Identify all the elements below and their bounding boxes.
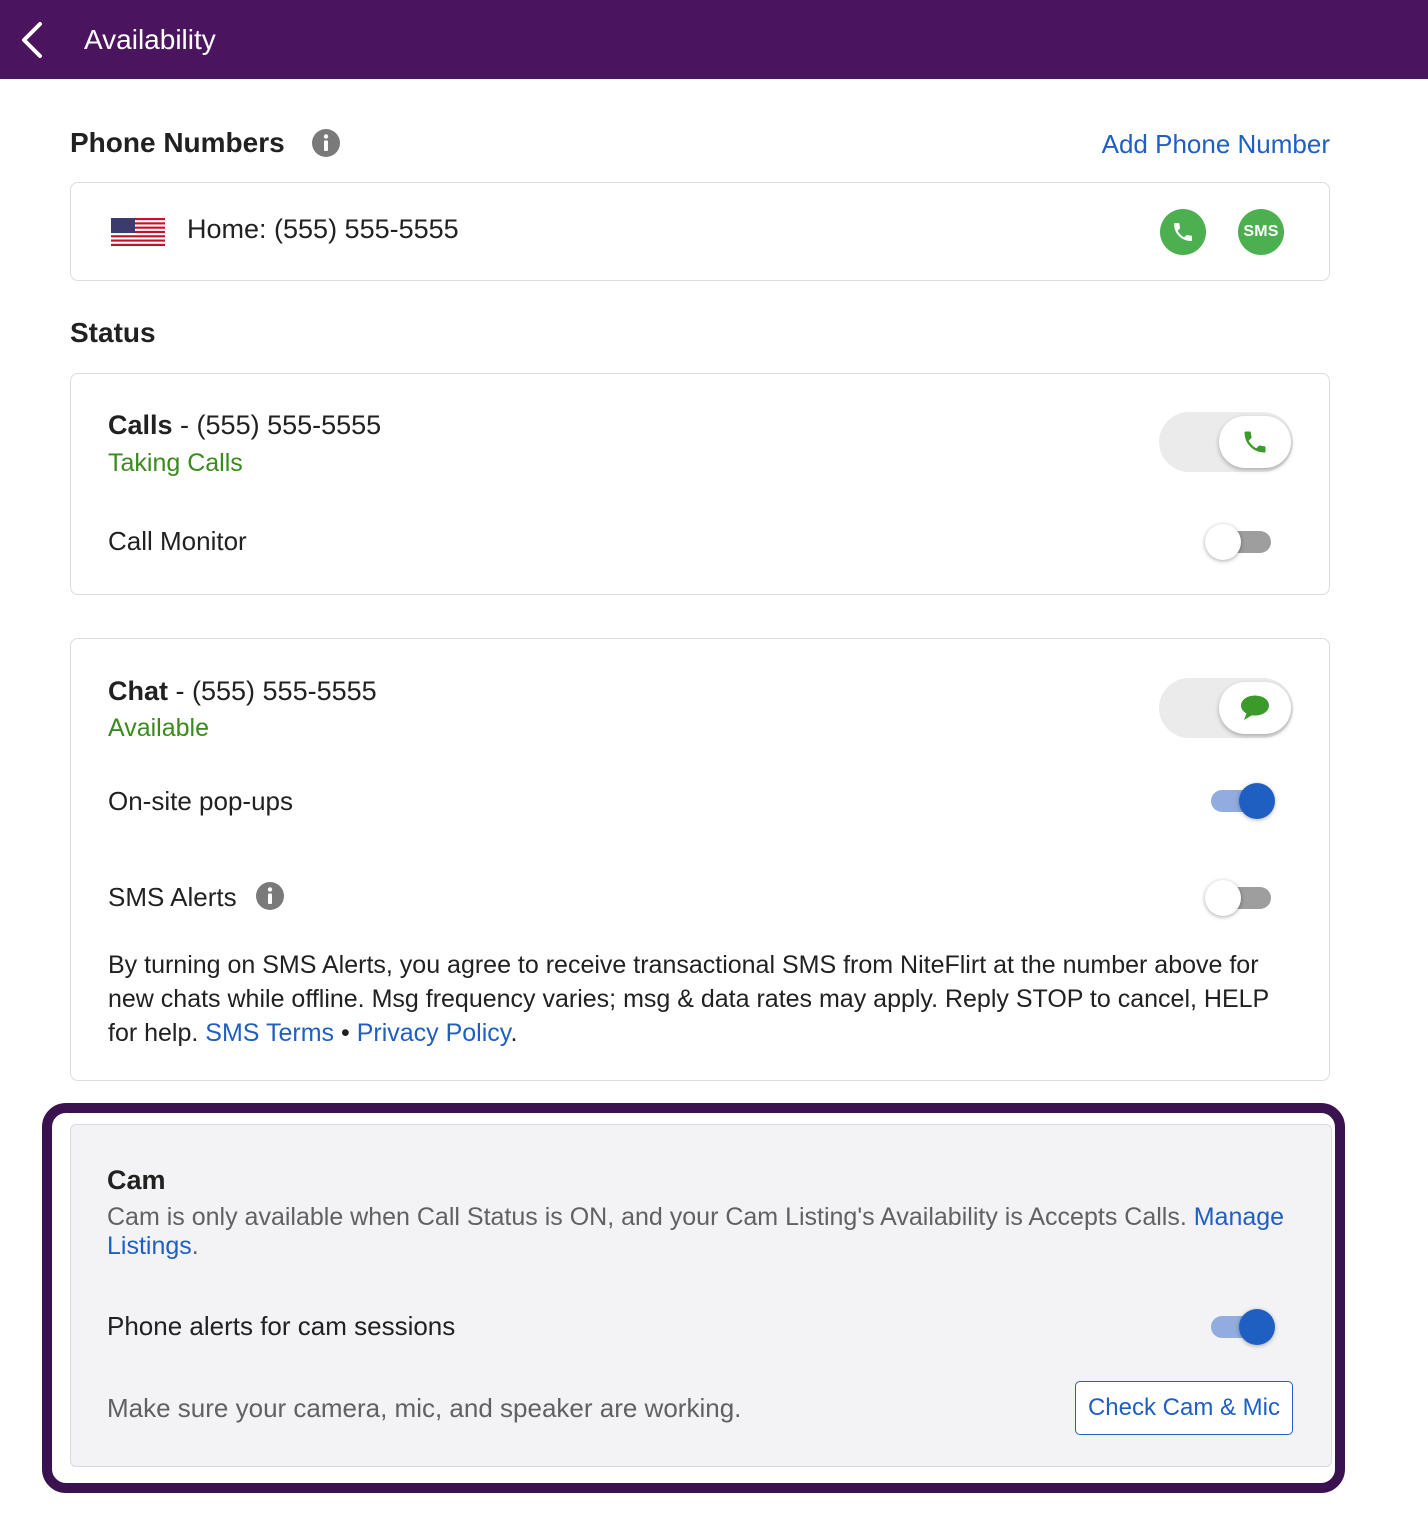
onsite-popups-switch[interactable] [1205,781,1277,821]
disclaimer-end: . [510,1019,518,1047]
calls-status-card: Calls - (555) 555-5555 Taking Calls Call… [70,373,1330,595]
chevron-left-icon [22,22,42,58]
page-title: Availability [84,24,216,55]
chat-label: Chat [108,676,168,706]
cam-description-text: Cam is only available when Call Status i… [107,1203,1187,1231]
chat-status-card: Chat - (555) 555-5555 Available On-site … [70,638,1330,1081]
phone-numbers-info-icon[interactable] [311,128,341,158]
chat-status-toggle[interactable] [1159,678,1293,738]
phone-icon [1174,223,1192,241]
status-heading: Status [70,317,156,348]
sms-alerts-info-icon[interactable] [255,881,285,911]
calls-number: (555) 555-5555 [196,410,382,440]
privacy-policy-link[interactable]: Privacy Policy [357,1019,511,1047]
switch-knob [1239,783,1275,819]
chat-status-text: Available [108,714,210,742]
phone-numbers-heading: Phone Numbers [70,127,285,158]
calls-label: Calls [108,410,173,440]
sms-label: SMS [1243,223,1279,240]
call-monitor-switch[interactable] [1205,522,1277,562]
sms-alerts-switch[interactable] [1205,878,1277,918]
chat-title: Chat - (555) 555-5555 [108,674,377,708]
call-button[interactable] [1160,209,1206,255]
calls-toggle-knob [1219,416,1291,468]
chat-bubble-icon [1241,695,1269,720]
sms-alerts-label: SMS Alerts [108,882,237,912]
link-separator: • [334,1019,357,1047]
cam-description: Cam is only available when Call Status i… [107,1203,1297,1261]
phone-number-label: Home: (555) 555-5555 [187,214,459,244]
cam-description-end: . [191,1232,199,1260]
cam-check-note: Make sure your camera, mic, and speaker … [107,1393,742,1423]
chat-separator: - [168,676,192,706]
switch-knob [1239,1309,1275,1345]
phone-number-card: Home: (555) 555-5555 SMS [70,182,1330,281]
phone-alerts-cam-label: Phone alerts for cam sessions [107,1311,456,1341]
check-cam-mic-button[interactable]: Check Cam & Mic [1075,1381,1293,1435]
calls-status-text: Taking Calls [108,449,243,477]
cam-title: Cam [107,1165,166,1195]
us-flag-icon [111,218,165,246]
sms-disclaimer: By turning on SMS Alerts, you agree to r… [108,948,1288,1050]
top-app-bar: Availability [0,0,1428,79]
call-monitor-label: Call Monitor [108,526,247,556]
chat-toggle-knob [1219,682,1291,734]
cam-highlight-frame: Cam Cam is only available when Call Stat… [42,1103,1345,1493]
sms-button[interactable]: SMS [1238,209,1284,255]
onsite-popups-label: On-site pop-ups [108,786,293,816]
phone-icon [1244,431,1266,453]
sms-terms-link[interactable]: SMS Terms [205,1019,334,1047]
calls-title: Calls - (555) 555-5555 [108,408,381,442]
switch-knob [1205,880,1241,916]
back-button[interactable] [14,18,54,62]
chat-number: (555) 555-5555 [192,676,377,706]
phone-alerts-cam-switch[interactable] [1205,1307,1277,1347]
add-phone-number-link[interactable]: Add Phone Number [1102,127,1330,161]
cam-card: Cam Cam is only available when Call Stat… [70,1124,1332,1467]
switch-knob [1205,524,1241,560]
calls-separator: - [172,410,197,440]
calls-status-toggle[interactable] [1159,412,1293,472]
